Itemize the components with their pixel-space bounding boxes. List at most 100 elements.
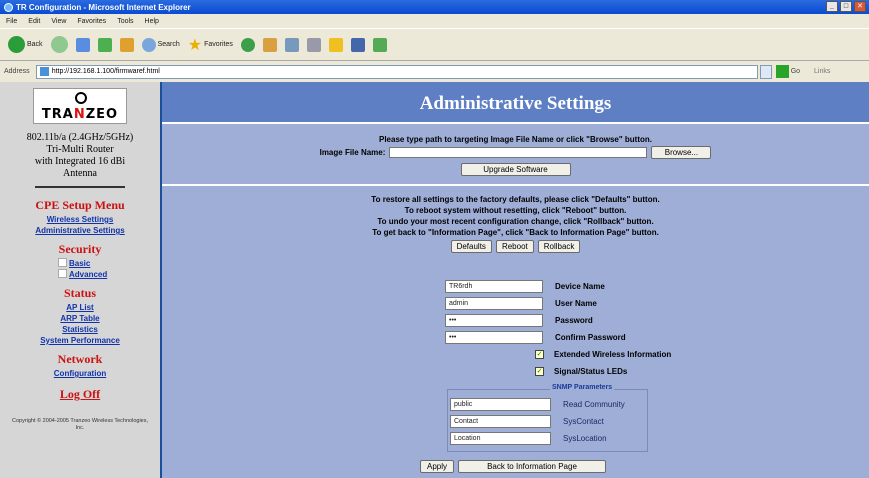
sidebar-item-basic[interactable]: Basic: [0, 258, 160, 269]
sidebar-item-arp-table[interactable]: ARP Table: [0, 313, 160, 324]
history-icon[interactable]: [262, 37, 277, 52]
copyright: Copyright © 2004-2005 Tranzeo Wireless T…: [11, 418, 149, 431]
firmware-upgrade-section: Please type path to targeting Image File…: [162, 124, 869, 186]
sidebar-item-ap-list[interactable]: AP List: [0, 302, 160, 313]
home-icon[interactable]: [119, 37, 134, 52]
read-community-input[interactable]: public: [450, 398, 551, 411]
print-icon[interactable]: [306, 37, 321, 52]
snmp-title: SNMP Parameters: [550, 384, 615, 391]
signal-leds-row: ✓ Signal/Status LEDs: [445, 363, 671, 380]
minimize-button[interactable]: _: [826, 1, 838, 12]
sidebar: TRANZEO 802.11b/a (2.4GHz/5GHz) Tri-Mult…: [0, 82, 162, 478]
upgrade-instruction: Please type path to targeting Image File…: [379, 135, 652, 144]
address-input[interactable]: http://192.168.1.100/firmwaref.html: [35, 64, 758, 79]
sidebar-item-statistics[interactable]: Statistics: [0, 324, 160, 335]
menu-edit[interactable]: Edit: [28, 18, 40, 25]
security-heading: Security: [58, 242, 102, 256]
window-controls: _ □ ✕: [826, 1, 866, 12]
tranzeo-logo: TRANZEO: [33, 88, 127, 124]
confirm-password-row: ••• Confirm Password: [445, 329, 671, 346]
logo-text: TRANZEO: [41, 107, 119, 122]
menu-file[interactable]: File: [6, 18, 17, 25]
folder-icon[interactable]: [328, 37, 343, 52]
maintenance-section: To restore all settings to the factory d…: [162, 186, 869, 253]
sidebar-item-wireless-settings[interactable]: Wireless Settings: [0, 214, 160, 225]
search-label: Search: [157, 41, 180, 48]
syslocation-input[interactable]: Location: [450, 432, 551, 445]
device-name-input[interactable]: TR6rdh: [445, 280, 543, 293]
syscontact-input[interactable]: Contact: [450, 415, 551, 428]
page-title: Administrative Settings: [162, 82, 869, 124]
user-name-label: User Name: [555, 299, 597, 308]
browse-button[interactable]: Browse...: [651, 146, 712, 159]
page-icon: [39, 67, 49, 76]
user-name-row: admin User Name: [445, 295, 671, 312]
password-label: Password: [555, 316, 593, 325]
password-row: ••• Password: [445, 312, 671, 329]
product-line: Antenna: [63, 168, 97, 179]
search-icon: [141, 37, 156, 52]
apply-button[interactable]: Apply: [420, 460, 454, 473]
rollback-button[interactable]: Rollback: [537, 240, 581, 253]
forward-button[interactable]: [50, 36, 68, 53]
stop-icon[interactable]: [75, 37, 90, 52]
signal-leds-label: Signal/Status LEDs: [554, 367, 628, 376]
device-name-row: TR6rdh Device Name: [445, 278, 671, 295]
main-content: Administrative Settings Please type path…: [162, 82, 869, 478]
go-arrow-icon: [775, 65, 789, 78]
defaults-button[interactable]: Defaults: [450, 240, 492, 253]
forward-arrow-icon: [50, 36, 68, 53]
back-label: Back: [27, 41, 43, 48]
menu-help[interactable]: Help: [145, 18, 159, 25]
divider: [35, 186, 125, 188]
maximize-button[interactable]: □: [840, 1, 852, 12]
menu-view[interactable]: View: [51, 18, 66, 25]
upgrade-software-button[interactable]: Upgrade Software: [460, 163, 571, 176]
menu-favorites[interactable]: Favorites: [77, 18, 106, 25]
sidebar-item-system-performance[interactable]: System Performance: [0, 335, 160, 346]
menu-tools[interactable]: Tools: [117, 18, 133, 25]
address-url: http://192.168.1.100/firmwaref.html: [51, 68, 160, 75]
address-bar: Address http://192.168.1.100/firmwaref.h…: [0, 61, 869, 82]
back-to-information-page-button[interactable]: Back to Information Page: [458, 460, 606, 473]
favorites-label: Favorites: [204, 41, 233, 48]
logo-mark-icon: [75, 92, 87, 104]
window-title: TR Configuration - Microsoft Internet Ex…: [16, 2, 191, 12]
sidebar-item-administrative-settings[interactable]: Administrative Settings: [0, 225, 160, 236]
read-community-row: public Read Community: [450, 396, 647, 413]
links-button[interactable]: Links: [814, 68, 830, 75]
product-line: with Integrated 16 dBi: [34, 156, 126, 167]
star-icon: ★: [187, 36, 203, 54]
favorites-button[interactable]: ★ Favorites: [188, 35, 233, 55]
sidebar-item-configuration[interactable]: Configuration: [0, 368, 160, 379]
image-file-input[interactable]: [389, 147, 648, 158]
messenger-icon[interactable]: [350, 37, 365, 52]
address-dropdown-button[interactable]: [759, 64, 772, 79]
menubar: File Edit View Favorites Tools Help: [0, 14, 869, 28]
instruction-line: To get back to "Information Page", click…: [372, 228, 659, 237]
extended-wireless-checkbox[interactable]: ✓: [535, 350, 544, 359]
search-button[interactable]: Search: [141, 37, 180, 52]
go-button[interactable]: Go: [775, 65, 800, 78]
extended-wireless-label: Extended Wireless Information: [554, 350, 672, 359]
sidebar-item-advanced[interactable]: Advanced: [0, 269, 160, 280]
signal-leds-checkbox[interactable]: ✓: [535, 367, 544, 376]
reboot-button[interactable]: Reboot: [495, 240, 534, 253]
refresh-icon[interactable]: [97, 37, 112, 52]
network-heading: Network: [57, 352, 103, 366]
back-button[interactable]: Back: [8, 36, 43, 53]
window-titlebar[interactable]: TR Configuration - Microsoft Internet Ex…: [0, 0, 869, 14]
user-name-input[interactable]: admin: [445, 297, 543, 310]
close-button[interactable]: ✕: [854, 1, 866, 12]
media-icon[interactable]: [240, 37, 255, 52]
logoff-link[interactable]: Log Off: [0, 387, 160, 402]
product-line: Tri-Multi Router: [46, 144, 114, 155]
image-file-label: Image File Name:: [319, 148, 386, 157]
mail-icon[interactable]: [284, 37, 299, 52]
maintenance-instructions: To restore all settings to the factory d…: [162, 194, 869, 238]
password-input[interactable]: •••: [445, 314, 543, 327]
network-icon[interactable]: [372, 37, 387, 52]
product-line: 802.11b/a (2.4GHz/5GHz): [26, 132, 134, 143]
confirm-password-input[interactable]: •••: [445, 331, 543, 344]
instruction-line: To restore all settings to the factory d…: [371, 195, 660, 204]
